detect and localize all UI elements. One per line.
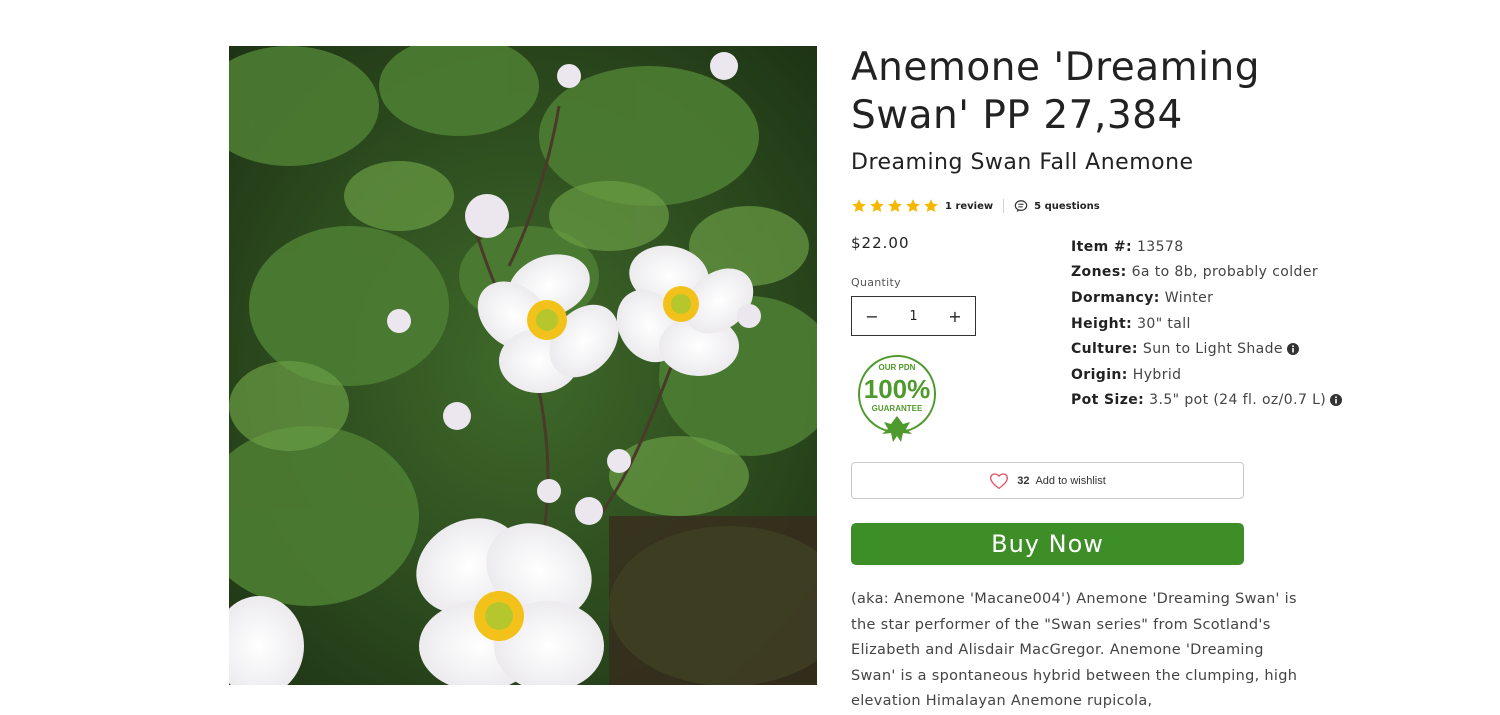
review-count-link[interactable]: 1 review [945,201,993,212]
product-photo[interactable] [229,46,817,685]
quantity-input[interactable]: 1 [909,309,917,324]
product-price: $22.00 [851,234,910,252]
product-title: Anemone 'Dreaming Swan' PP 27,384 [851,45,1260,138]
product-description: (aka: Anemone 'Macane004') Anemone 'Drea… [851,591,1298,710]
spec-value: Winter [1164,289,1214,306]
spec-label: Height: [1071,315,1133,332]
star-icon [852,199,866,212]
spec-row: Pot Size: 3.5" pot (24 fl. oz/0.7 L) [1071,388,1343,414]
questions-link[interactable]: 5 questions [1034,201,1100,212]
spec-value: 30" tall [1137,315,1191,332]
spec-label: Pot Size: [1071,392,1145,409]
spec-value: 6a to 8b, probably colder [1131,264,1318,281]
guarantee-badge: OUR PDN 100% GUARANTEE [858,355,936,442]
spec-row: Dormancy: Winter [1071,285,1342,311]
quantity-stepper: − 1 + [851,296,976,336]
spec-value: Hybrid [1132,366,1182,383]
spec-row: Origin: Hybrid [1071,362,1342,388]
wishlist-label: Add to wishlist [1035,474,1106,487]
info-icon[interactable] [1286,343,1299,356]
spec-row: Height: 30" tall [1071,311,1342,337]
quantity-label: Quantity [851,276,901,289]
rating-divider [1003,199,1005,213]
spec-value: Sun to Light Shade [1142,341,1283,358]
guarantee-bottom-text: GUARANTEE [872,404,923,413]
star-icon [906,199,920,212]
star-icon [924,199,938,212]
spec-label: Item #: [1071,238,1132,255]
spec-list: Item #: 13578 Zones: 6a to 8b, probably col… [1071,234,1343,414]
question-bubble-icon [1014,200,1028,213]
rating-stars[interactable] [851,198,941,214]
spec-label: Origin: [1071,366,1128,383]
info-icon[interactable] [1330,394,1343,407]
guarantee-top-text: OUR PDN [879,363,916,372]
star-icon [888,199,902,212]
spec-value: 13578 [1137,238,1184,255]
add-to-wishlist-button[interactable]: 32 Add to wishlist [851,462,1244,499]
guarantee-big-text: 100% [864,374,931,404]
spec-value: 3.5" pot (24 fl. oz/0.7 L) [1149,392,1327,409]
spec-row: Culture: Sun to Light Shade [1071,336,1342,362]
spec-label: Culture: [1071,341,1138,358]
quantity-decrease-button[interactable]: − [852,307,892,326]
heart-icon [990,472,1009,489]
spec-row: Item #: 13578 [1071,234,1342,260]
buy-now-button[interactable]: Buy Now [851,523,1244,565]
product-common-name: Dreaming Swan Fall Anemone [851,150,1194,175]
quantity-increase-button[interactable]: + [935,307,975,326]
spec-label: Dormancy: [1071,289,1160,306]
wishlist-count: 32 [1017,474,1030,487]
star-icon [870,199,884,212]
spec-row: Zones: 6a to 8b, probably colder [1071,260,1342,286]
rating-row: 1 review 5 questions [851,197,1100,215]
spec-label: Zones: [1071,264,1127,281]
